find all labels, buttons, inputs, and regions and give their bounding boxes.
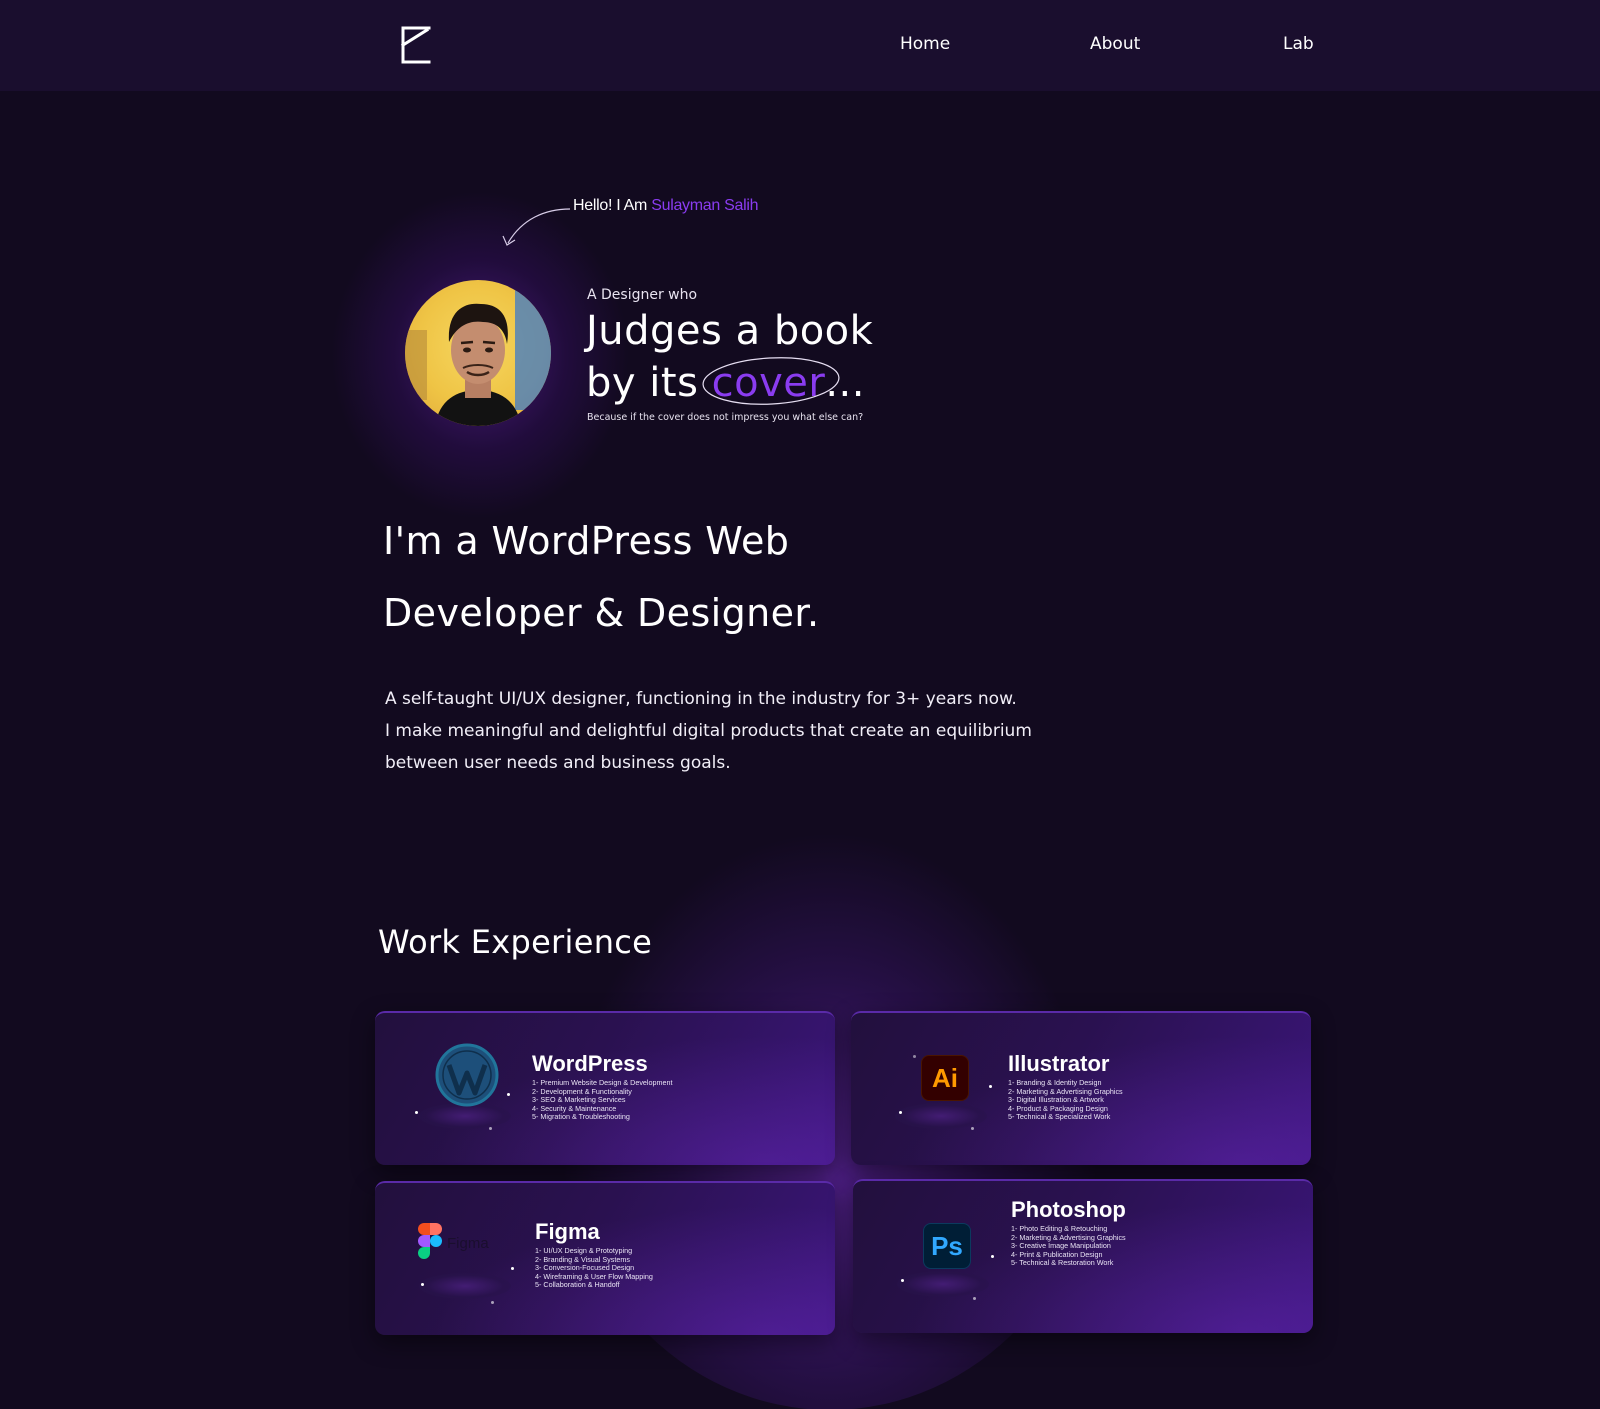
avatar [405, 280, 551, 426]
nav-lab-link[interactable]: Lab [1283, 34, 1314, 54]
sparkle-dot [899, 1111, 902, 1114]
hero-tagline: Because if the cover does not impress yo… [587, 412, 864, 423]
card-service-list: 1- Premium Website Design & Development … [532, 1078, 672, 1122]
bio-line: between user needs and business goals. [385, 753, 731, 773]
sparkle-dot [971, 1127, 974, 1130]
work-card-wordpress[interactable]: WordPress 1- Premium Website Design & De… [375, 1011, 835, 1165]
card-service-list: 1- Branding & Identity Design 2- Marketi… [1008, 1078, 1123, 1122]
photoshop-icon: Ps [923, 1223, 971, 1269]
card-logo [415, 1041, 515, 1137]
card-title: WordPress [532, 1051, 648, 1076]
work-card-illustrator[interactable]: Ai Illustrator 1- Branding & Identity De… [851, 1011, 1311, 1165]
owner-name: Sulayman Salih [651, 197, 759, 214]
nav-about-link[interactable]: About [1090, 34, 1140, 54]
greeting-text: Hello! I Am [573, 197, 648, 214]
sub-intro: A Designer who [587, 287, 698, 303]
sparkle-dot [991, 1255, 994, 1258]
pedestal [897, 1271, 989, 1297]
list-item: 5- Collaboration & Handoff [535, 1280, 620, 1290]
navbar: Home About Lab [0, 0, 1600, 91]
bio-line: A self-taught UI/UX designer, functionin… [385, 689, 1017, 709]
hero-headline: Judges a book by its cover... [586, 305, 873, 409]
sparkle-dot [511, 1267, 514, 1270]
bio-line: I make meaningful and delightful digital… [385, 721, 1032, 741]
card-logo: Ai [891, 1041, 992, 1137]
sparkle-dot [421, 1283, 424, 1286]
list-item: 5- Technical & Restoration Work [1011, 1258, 1114, 1268]
work-experience-title: Work Experience [378, 923, 653, 961]
card-logo: Ps [893, 1209, 994, 1305]
sparkle-dot [415, 1111, 418, 1114]
sparkle-dot [973, 1297, 976, 1300]
work-card-photoshop[interactable]: Ps Photoshop 1- Photo Editing & Retouchi… [853, 1179, 1313, 1333]
sparkle-dot [989, 1085, 992, 1088]
headline-line-2-prefix: by its [586, 360, 699, 406]
list-item: 5- Migration & Troubleshooting [532, 1112, 630, 1122]
sparkle-dot [913, 1055, 916, 1058]
curved-arrow-icon [502, 208, 571, 246]
nav-home-link[interactable]: Home [900, 34, 950, 54]
figma-icon [418, 1223, 442, 1259]
work-card-figma[interactable]: Figma Figma 1- UI/UX Design & Prototypin… [375, 1181, 835, 1335]
illustrator-icon: Ai [921, 1055, 969, 1101]
sparkle-dot [901, 1279, 904, 1282]
role-line-2: Developer & Designer. [383, 591, 820, 635]
role-title: I'm a WordPress Web Developer & Designer… [383, 505, 983, 649]
headline-highlight: cover [702, 357, 840, 409]
headline-line-1: Judges a book [586, 308, 874, 354]
role-line-1: I'm a WordPress Web [383, 519, 790, 563]
figma-wordmark: Figma [447, 1235, 489, 1252]
bio: A self-taught UI/UX designer, functionin… [385, 683, 1145, 779]
pedestal [419, 1273, 511, 1299]
sparkle-dot [489, 1127, 492, 1130]
sparkle-dot [507, 1093, 510, 1096]
sparkle-dot [491, 1301, 494, 1304]
card-title: Figma [535, 1219, 600, 1244]
list-item: 5- Technical & Specialized Work [1008, 1112, 1111, 1122]
pedestal [895, 1103, 987, 1129]
portrait-illustration [405, 290, 551, 426]
card-service-list: 1- Photo Editing & Retouching 2- Marketi… [1011, 1224, 1126, 1268]
card-service-list: 1- UI/UX Design & Prototyping 2- Brandin… [535, 1246, 653, 1290]
greeting: Hello! I Am Sulayman Salih [573, 197, 759, 215]
wordpress-icon [435, 1043, 499, 1107]
logo-icon[interactable] [400, 26, 432, 64]
card-title: Illustrator [1008, 1051, 1110, 1076]
card-logo: Figma [415, 1211, 515, 1307]
highlight-ring-icon [702, 357, 840, 405]
card-title: Photoshop [1011, 1197, 1126, 1222]
